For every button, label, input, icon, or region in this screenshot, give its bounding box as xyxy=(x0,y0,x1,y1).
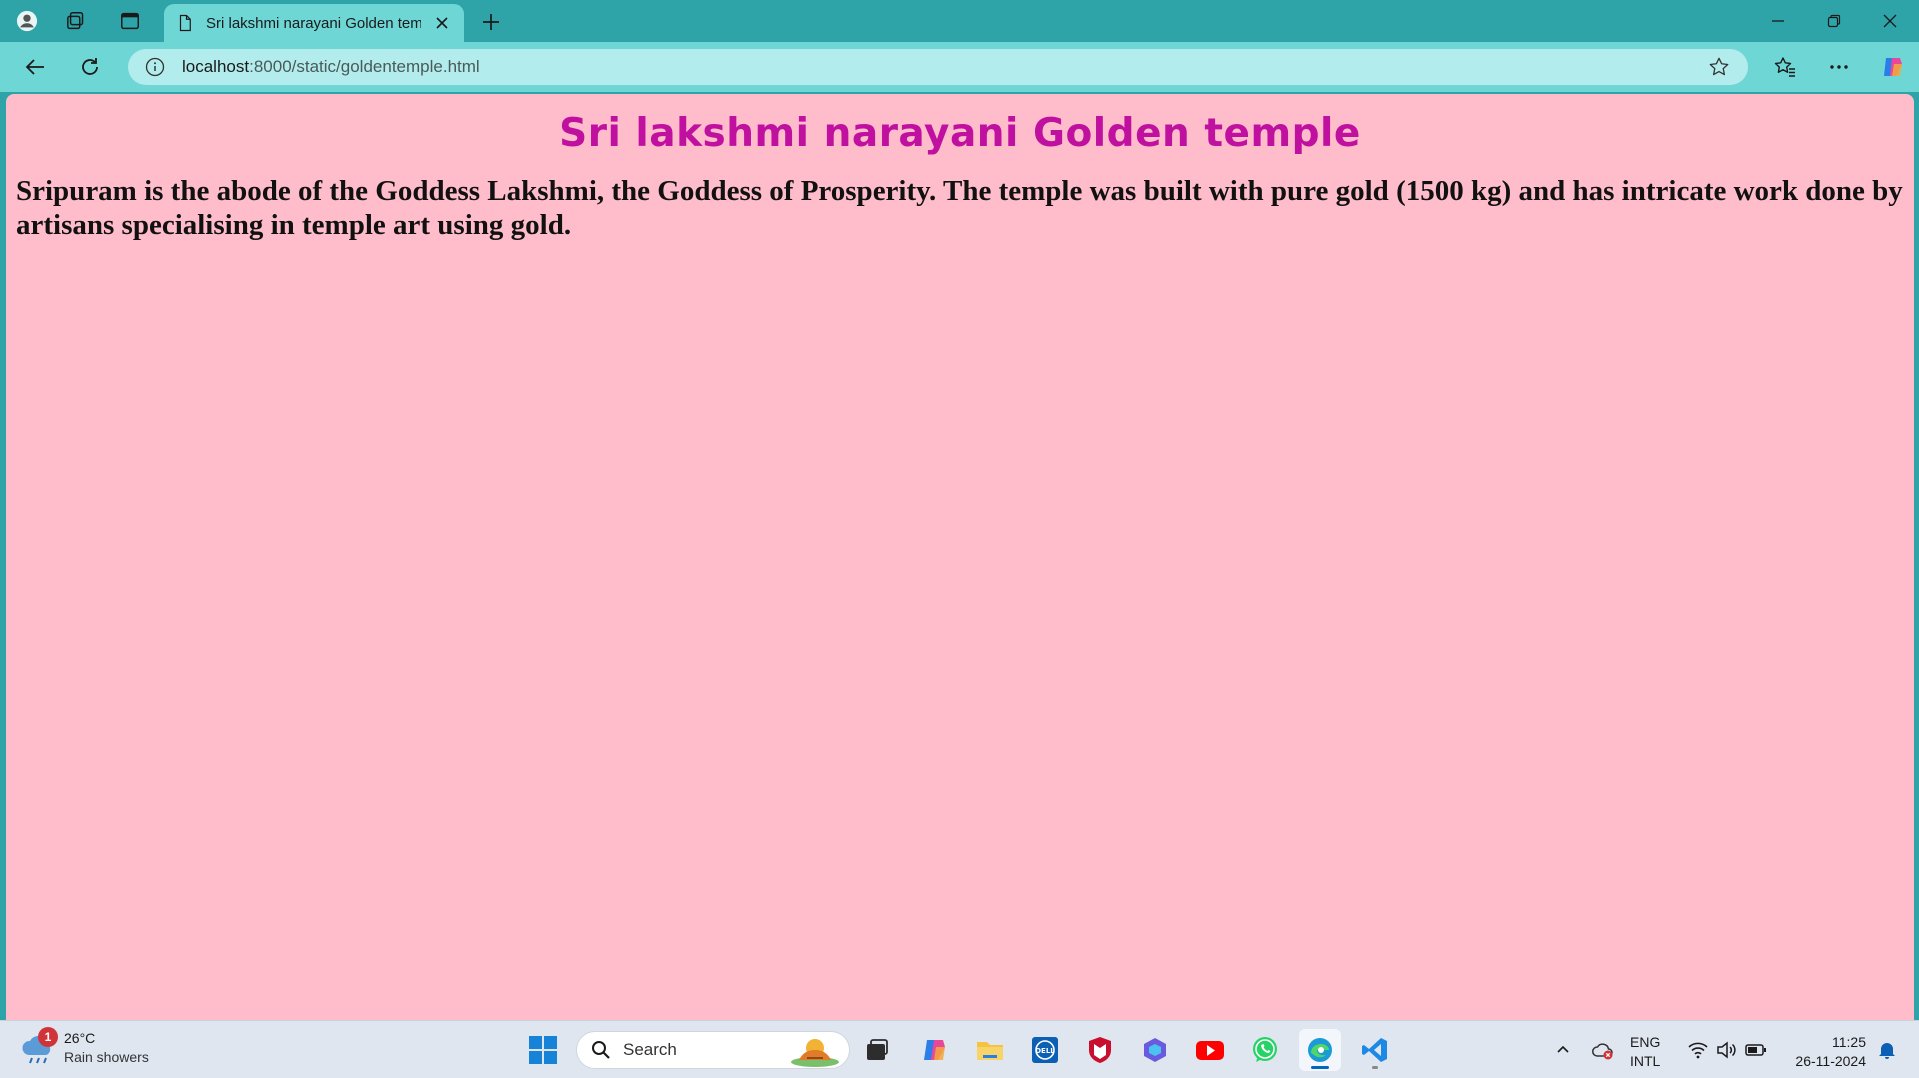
mcafee-shield-icon xyxy=(1089,1037,1111,1063)
svg-text:DELL: DELL xyxy=(1035,1047,1055,1055)
wifi-icon xyxy=(1688,1042,1708,1059)
weather-temp: 26°C xyxy=(64,1030,96,1046)
start-button[interactable] xyxy=(522,1029,564,1071)
cloud-error-icon xyxy=(1592,1043,1613,1060)
close-tab-button[interactable] xyxy=(432,13,452,33)
notifications-button[interactable] xyxy=(1872,1029,1902,1071)
taskbar-search[interactable]: Search xyxy=(576,1031,850,1069)
edge-icon xyxy=(1308,1038,1332,1062)
page-paragraph: Sripuram is the abode of the Goddess Lak… xyxy=(16,175,1903,241)
page-icon xyxy=(179,14,191,32)
input-language[interactable]: ENG INTL xyxy=(1630,1033,1660,1071)
page-title: Sri lakshmi narayani Golden temple xyxy=(559,111,1361,156)
edge-browser-button[interactable] xyxy=(1299,1029,1341,1071)
wifi-status[interactable] xyxy=(1684,1029,1712,1071)
restore-icon xyxy=(1827,14,1841,28)
vertical-tabs-icon xyxy=(121,12,139,30)
dell-app-button[interactable]: DELL xyxy=(1024,1029,1066,1071)
task-view-icon xyxy=(867,1039,888,1060)
favorites-icon xyxy=(1774,57,1795,77)
profile-button[interactable] xyxy=(10,5,44,37)
tab-title: Sri lakshmi narayani Golden temp xyxy=(206,14,421,32)
minimize-button[interactable] xyxy=(1750,0,1806,42)
close-icon xyxy=(1883,14,1897,28)
browser-toolbar: localhost:8000/static/goldentemple.html xyxy=(0,42,1919,92)
task-view-button[interactable] xyxy=(856,1029,898,1071)
restore-button[interactable] xyxy=(1806,0,1862,42)
search-label: Search xyxy=(623,1040,677,1059)
notification-badge: 1 xyxy=(38,1027,58,1047)
back-button[interactable] xyxy=(18,51,52,83)
clock-date: 26-11-2024 xyxy=(1795,1053,1866,1069)
chevron-up-icon xyxy=(1557,1045,1569,1053)
url-text[interactable]: localhost:8000/static/goldentemple.html xyxy=(182,57,480,77)
page-viewport: Sri lakshmi narayani Golden temple Sripu… xyxy=(6,94,1914,1020)
windows-taskbar: 1 26°C Rain showers Search DELL ENG INTL… xyxy=(0,1020,1919,1078)
keyboard-layout: INTL xyxy=(1630,1053,1661,1069)
weather-condition: Rain showers xyxy=(64,1049,149,1065)
close-icon xyxy=(436,17,448,29)
star-icon xyxy=(1709,57,1729,76)
close-window-button[interactable] xyxy=(1862,0,1918,42)
whatsapp-button[interactable] xyxy=(1244,1029,1286,1071)
whatsapp-icon xyxy=(1253,1037,1277,1062)
dell-icon: DELL xyxy=(1032,1037,1058,1063)
office-app-button[interactable] xyxy=(1134,1029,1176,1071)
new-tab-button[interactable] xyxy=(476,7,506,37)
minimize-icon xyxy=(1772,20,1784,22)
vscode-button[interactable] xyxy=(1354,1029,1396,1071)
url-host: localhost xyxy=(182,57,250,76)
clock-time: 11:25 xyxy=(1832,1034,1866,1050)
workspaces-button[interactable] xyxy=(60,5,94,37)
site-info-icon[interactable] xyxy=(144,56,166,78)
settings-more-button[interactable] xyxy=(1822,51,1856,83)
workspaces-icon xyxy=(67,12,84,30)
search-icon xyxy=(592,1041,610,1059)
copilot-icon xyxy=(924,1040,945,1060)
language-code: ENG xyxy=(1630,1034,1661,1050)
speaker-icon xyxy=(1717,1041,1736,1059)
browser-tab-active[interactable]: Sri lakshmi narayani Golden temp xyxy=(164,4,464,42)
office-icon xyxy=(1144,1038,1166,1062)
running-indicator xyxy=(1372,1066,1378,1069)
copilot-taskbar-button[interactable] xyxy=(914,1029,956,1071)
refresh-button[interactable] xyxy=(73,51,107,83)
file-explorer-button[interactable] xyxy=(969,1029,1011,1071)
plus-icon xyxy=(483,14,499,30)
more-icon xyxy=(1830,65,1848,69)
show-hidden-icons-button[interactable] xyxy=(1550,1029,1576,1071)
copilot-button[interactable] xyxy=(1876,51,1910,83)
folder-icon xyxy=(977,1042,1003,1060)
url-path: :8000/static/goldentemple.html xyxy=(249,57,480,76)
vscode-icon xyxy=(1362,1038,1387,1062)
system-clock[interactable]: 11:25 26-11-2024 xyxy=(1780,1033,1866,1071)
refresh-icon xyxy=(82,58,98,75)
address-bar[interactable]: localhost:8000/static/goldentemple.html xyxy=(128,49,1748,85)
mcafee-button[interactable] xyxy=(1079,1029,1121,1071)
onedrive-status-button[interactable] xyxy=(1588,1029,1618,1071)
weather-widget[interactable]: 1 26°C Rain showers xyxy=(20,1027,149,1067)
arrow-left-icon xyxy=(25,59,44,75)
rain-cloud-icon: 1 xyxy=(20,1027,58,1067)
volume-status[interactable] xyxy=(1712,1029,1740,1071)
active-indicator xyxy=(1311,1066,1329,1069)
favorites-button[interactable] xyxy=(1768,51,1802,83)
copilot-icon xyxy=(1884,58,1902,76)
profile-icon xyxy=(16,10,38,32)
favorite-star-button[interactable] xyxy=(1708,56,1730,78)
battery-icon xyxy=(1745,1044,1766,1056)
youtube-icon xyxy=(1196,1041,1224,1060)
bell-icon xyxy=(1879,1043,1895,1059)
search-highlight-icon xyxy=(791,1039,839,1067)
tab-actions-button[interactable] xyxy=(113,5,147,37)
youtube-button[interactable] xyxy=(1189,1029,1231,1071)
battery-status[interactable] xyxy=(1742,1029,1770,1071)
browser-titlebar: Sri lakshmi narayani Golden temp xyxy=(0,0,1919,42)
windows-logo-icon xyxy=(529,1036,557,1064)
